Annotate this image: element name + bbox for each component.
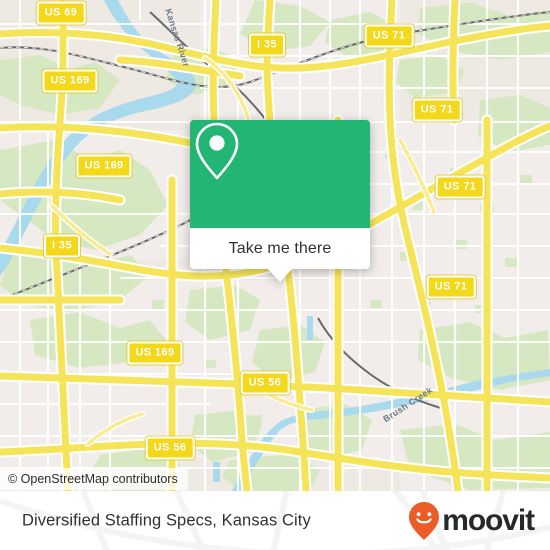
osm-attribution[interactable]: © OpenStreetMap contributors <box>0 468 188 490</box>
popup-action-area[interactable]: Take me there <box>190 228 370 282</box>
popup-icon-area <box>190 120 370 228</box>
popup-tail <box>267 268 293 282</box>
road-shield-i-35: I 35 <box>44 234 80 258</box>
road-shield-us-56: US 56 <box>240 371 290 395</box>
footer-bar: Diversified Staffing Specs, Kansas City … <box>0 491 550 550</box>
map-pin-icon <box>195 122 239 180</box>
map-canvas[interactable]: Kansas River Brush Creek US 69 I 35 US 7… <box>0 0 550 491</box>
road-shield-us-169: US 169 <box>42 69 98 93</box>
take-me-there-button[interactable]: Take me there <box>229 240 332 258</box>
road-shield-i-35: I 35 <box>249 33 285 57</box>
moovit-place-card: Kansas River Brush Creek US 69 I 35 US 7… <box>0 0 550 550</box>
page-title: Diversified Staffing Specs, Kansas City <box>22 511 311 529</box>
moovit-wordmark: moovit <box>442 503 535 537</box>
road-shield-us-169: US 169 <box>127 341 183 365</box>
road-shield-us-69: US 69 <box>36 1 86 25</box>
road-shield-us-56: US 56 <box>145 436 195 460</box>
road-shield-us-71: US 71 <box>412 98 462 122</box>
road-shield-us-71: US 71 <box>435 175 485 199</box>
moovit-logo[interactable]: moovit <box>407 501 535 541</box>
moovit-pin-smile-icon <box>409 501 440 540</box>
place-popup-card[interactable]: Take me there <box>190 120 370 282</box>
road-shield-us-71: US 71 <box>426 275 476 299</box>
road-shield-us-169: US 169 <box>76 154 132 178</box>
road-shield-us-71: US 71 <box>364 24 414 48</box>
